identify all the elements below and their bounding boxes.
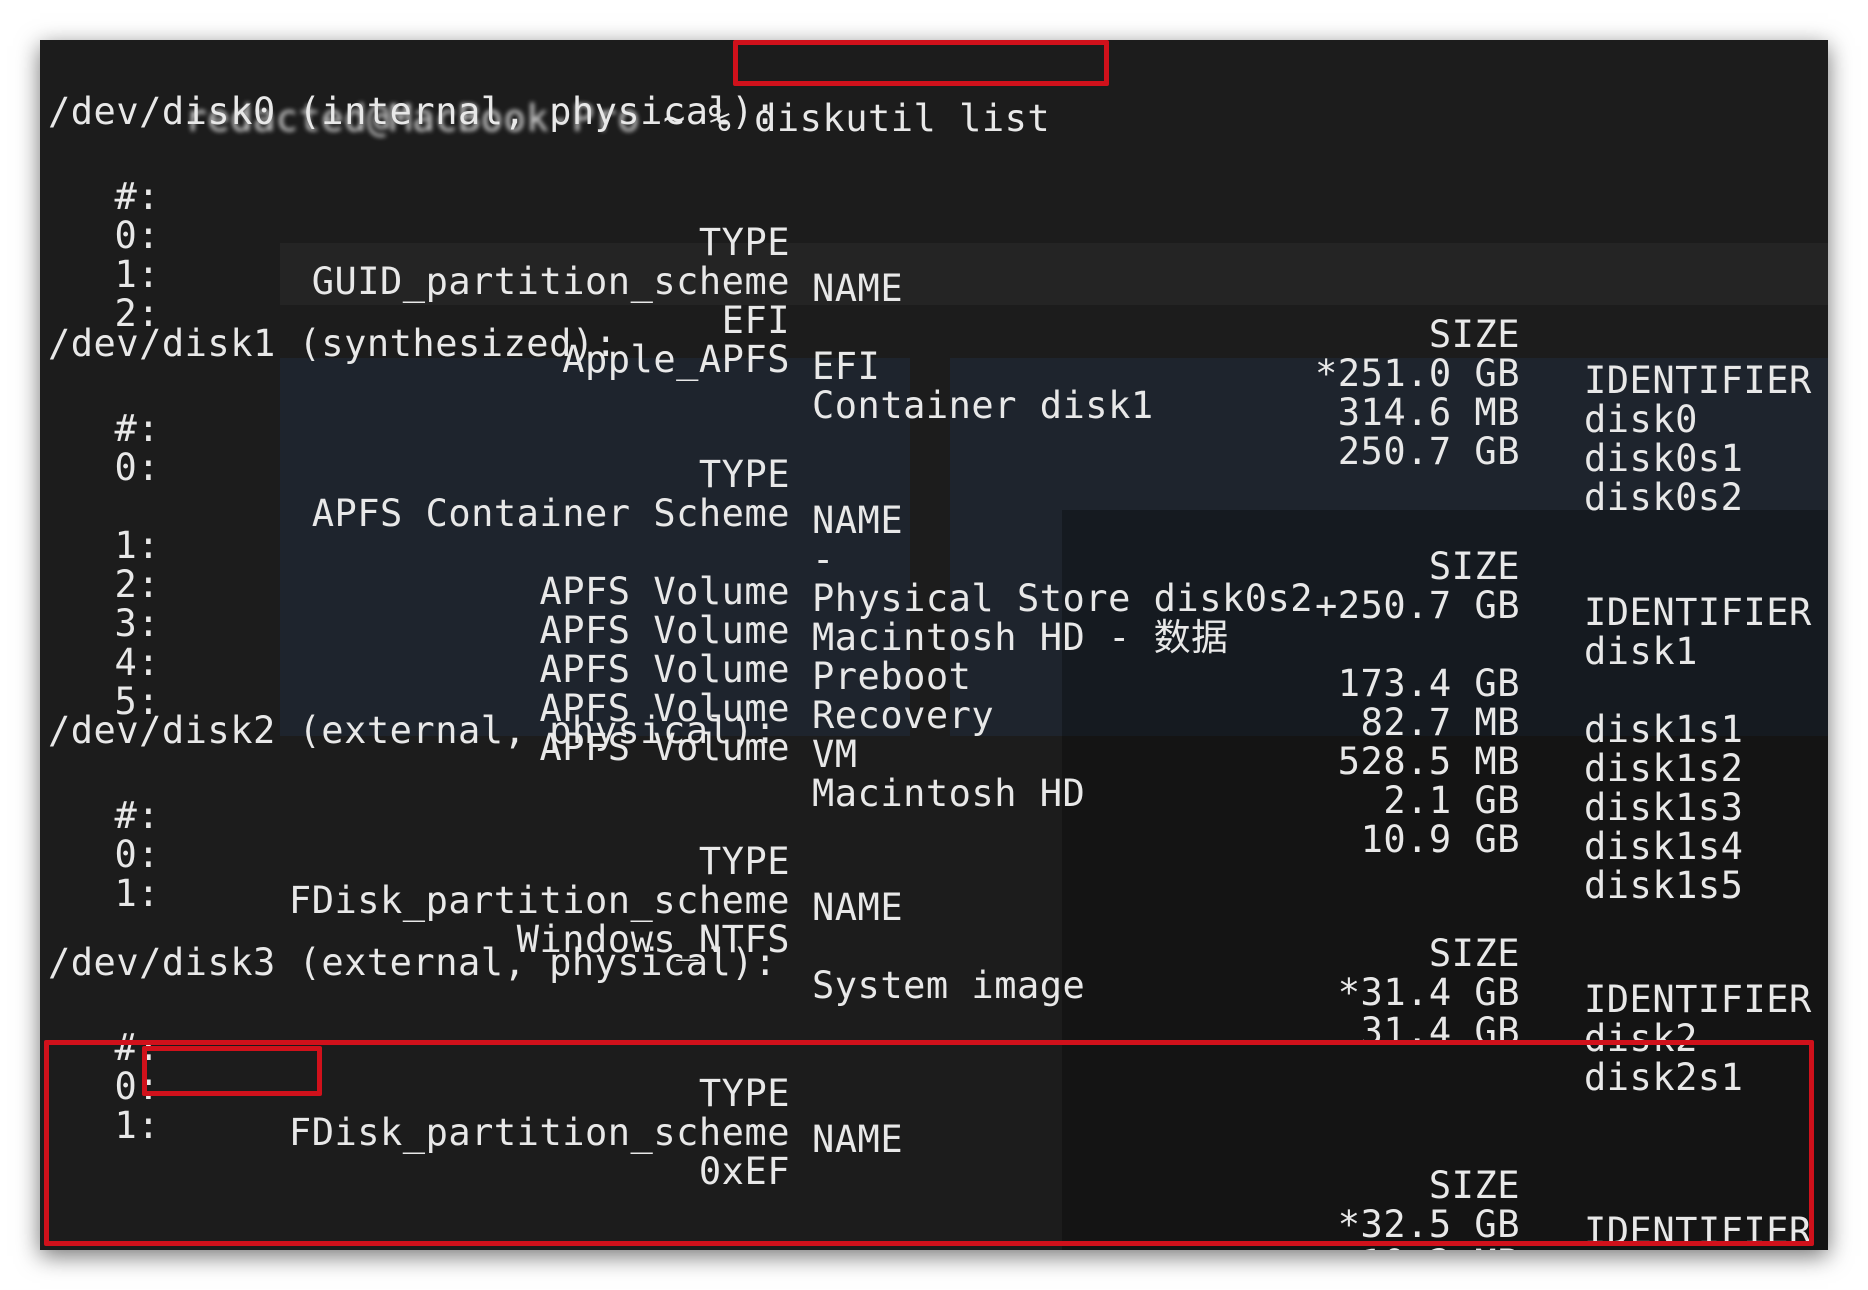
table-row: 2: Apple_APFS Container disk1 250.7 GB d… (40, 245, 1828, 519)
disk3-name-highlight-box (142, 1046, 322, 1096)
row-identifier: disk3 (1584, 1248, 1824, 1250)
table-row: 5: APFS Volume Macintosh HD 10.9 GB disk… (40, 633, 1828, 907)
col-name-header: NAME (812, 886, 904, 929)
disk-header-suffix: (external, physical): (275, 941, 777, 984)
table-row: 1: Windows_NTFS System image 31.4 GB dis… (40, 825, 1828, 1099)
disk-header-disk[interactable]: disk3 (162, 941, 276, 984)
terminal-window: redacted@MacBook-Pro ~ % diskutil list /… (40, 40, 1828, 1250)
disk-header-prefix: /dev/ (48, 941, 162, 984)
row-index: 1: (114, 872, 160, 915)
command-highlight-box (733, 40, 1109, 86)
